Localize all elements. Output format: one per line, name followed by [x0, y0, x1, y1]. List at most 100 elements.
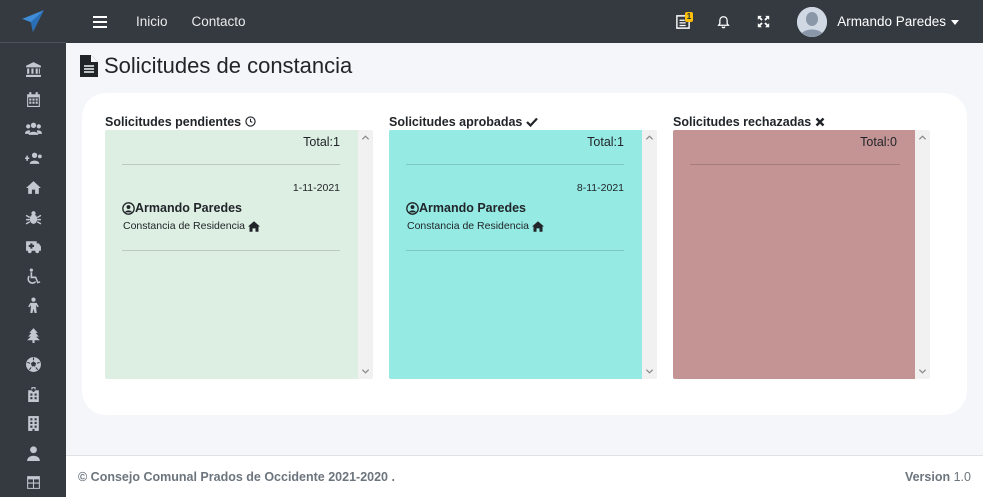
avatar: [797, 6, 828, 37]
users-icon: [24, 122, 42, 136]
bank-icon: [25, 62, 41, 78]
divider: [122, 250, 340, 251]
total-count: Total:0: [860, 135, 897, 149]
nav-link-inicio[interactable]: Inicio: [136, 14, 168, 29]
bug-icon: [25, 210, 41, 225]
sidebar-item-tree[interactable]: [21, 321, 45, 351]
clock-icon: [245, 116, 256, 127]
total-count: Total:1: [587, 135, 624, 149]
divider: [406, 250, 624, 251]
bell-icon: [717, 15, 730, 28]
ambulance-icon: [25, 241, 41, 254]
sidebar-item-soccer[interactable]: [21, 350, 45, 380]
paper-plane-icon: [22, 10, 44, 32]
check-icon: [526, 117, 539, 127]
panel-approved[interactable]: Total:1 8-11-2021 Armando Paredes Consta…: [389, 130, 657, 379]
top-navbar: Inicio Contacto 1 Armando Paredes: [66, 0, 983, 43]
request-type: Constancia de Residencia: [123, 220, 260, 232]
sidebar-item-building[interactable]: [21, 409, 45, 439]
column-approved: Solicitudes aprobadas Total:1 8-11-2021 …: [389, 113, 657, 379]
user-plus-icon: [24, 152, 42, 164]
request-date: 8-11-2021: [576, 182, 624, 194]
home-icon: [248, 220, 260, 232]
column-pending: Solicitudes pendientes Total:1 1-11-2021…: [105, 113, 373, 379]
scroll-up-icon[interactable]: [361, 133, 370, 142]
footer: © Consejo Comunal Prados de Occidente 20…: [66, 455, 983, 497]
sidebar-item-calendar[interactable]: [21, 85, 45, 115]
wheelchair-icon: [26, 268, 40, 284]
hospital-icon: [27, 386, 39, 402]
caret-down-icon: [951, 20, 959, 25]
sidebar-item-home[interactable]: [21, 173, 45, 203]
user-circle-icon: [122, 201, 135, 215]
panel-pending[interactable]: Total:1 1-11-2021 Armando Paredes Consta…: [105, 130, 373, 379]
notifications-badge: 1: [684, 12, 694, 22]
menu-toggle-button[interactable]: [78, 15, 122, 28]
total-count: Total:1: [303, 135, 340, 149]
times-icon: [815, 117, 825, 126]
home-icon: [25, 181, 41, 195]
child-icon: [27, 297, 39, 314]
sidebar-item-bank[interactable]: [21, 55, 45, 85]
requests-card: Solicitudes pendientes Total:1 1-11-2021…: [82, 93, 967, 415]
scroll-up-icon[interactable]: [918, 133, 927, 142]
alerts-button[interactable]: [703, 0, 743, 43]
soccer-ball-icon: [25, 357, 41, 373]
panel-rejected[interactable]: Total:0: [673, 130, 930, 379]
notifications-button[interactable]: 1: [663, 0, 703, 43]
divider: [690, 164, 900, 165]
scroll-down-icon[interactable]: [918, 367, 927, 376]
file-icon: [80, 55, 98, 77]
request-type: Constancia de Residencia: [407, 220, 544, 232]
table-icon: [26, 476, 40, 490]
column-title: Solicitudes aprobadas: [389, 113, 657, 130]
sidebar-item-child[interactable]: [21, 291, 45, 321]
request-type-text: Constancia de Residencia: [407, 220, 529, 232]
page-title: Solicitudes de constancia: [104, 53, 353, 78]
column-rejected: Solicitudes rechazadas Total:0: [673, 113, 930, 379]
request-name-text: Armando Paredes: [419, 201, 526, 215]
request-name: Armando Paredes: [406, 201, 526, 215]
scrollbar[interactable]: [642, 130, 657, 379]
sidebar-item-wheelchair[interactable]: [21, 262, 45, 292]
scroll-up-icon[interactable]: [645, 133, 654, 142]
user-circle-icon: [406, 201, 419, 215]
footer-copyright: © Consejo Comunal Prados de Occidente 20…: [78, 469, 395, 484]
sidebar-item-user[interactable]: [21, 439, 45, 469]
scrollbar[interactable]: [358, 130, 373, 379]
request-type-text: Constancia de Residencia: [123, 220, 245, 232]
sidebar-item-ambulance[interactable]: [21, 232, 45, 262]
user-avatar-icon: [797, 6, 828, 37]
column-title-text: Solicitudes pendientes: [105, 114, 242, 129]
home-icon: [532, 220, 544, 232]
sidebar-item-users[interactable]: [21, 114, 45, 144]
fullscreen-button[interactable]: [743, 0, 783, 43]
scroll-down-icon[interactable]: [361, 367, 370, 376]
divider: [122, 164, 340, 165]
tree-icon: [26, 327, 40, 343]
column-title: Solicitudes rechazadas: [673, 113, 930, 130]
column-title-text: Solicitudes aprobadas: [389, 114, 523, 129]
page-header: Solicitudes de constancia: [80, 53, 352, 79]
calendar-icon: [26, 91, 40, 107]
scroll-down-icon[interactable]: [645, 367, 654, 376]
sidebar-item-bug[interactable]: [21, 203, 45, 233]
scrollbar[interactable]: [915, 130, 930, 379]
user-menu[interactable]: Armando Paredes: [797, 6, 959, 37]
building-icon: [27, 416, 39, 432]
brand-logo[interactable]: [0, 0, 66, 43]
user-name: Armando Paredes: [837, 14, 946, 29]
request-name: Armando Paredes: [122, 201, 242, 215]
sidebar-item-table[interactable]: [21, 468, 45, 497]
user-icon: [26, 446, 40, 461]
hamburger-icon: [93, 15, 107, 28]
sidebar-item-user-plus[interactable]: [21, 144, 45, 174]
nav-link-contacto[interactable]: Contacto: [192, 14, 246, 29]
sidebar-item-hospital[interactable]: [21, 380, 45, 410]
version-number: 1.0: [953, 469, 971, 484]
column-title: Solicitudes pendientes: [105, 113, 373, 130]
sidebar: [0, 0, 66, 497]
request-name-text: Armando Paredes: [135, 201, 242, 215]
version-label: Version: [904, 469, 951, 484]
divider: [406, 164, 624, 165]
